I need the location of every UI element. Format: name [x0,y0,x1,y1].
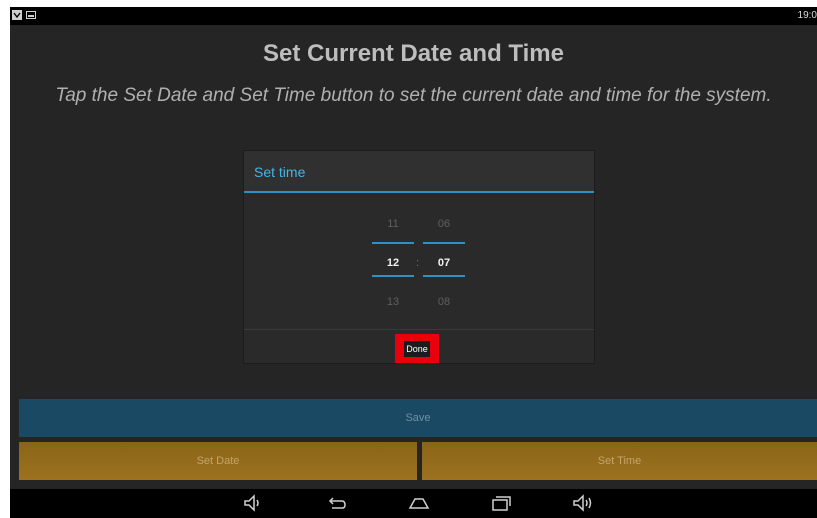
minute-divider-top [423,242,465,244]
save-button[interactable]: Save [19,399,817,437]
set-date-button[interactable]: Set Date [19,442,417,480]
hour-current[interactable]: 12 [372,257,414,269]
dialog-header: Set time [244,151,594,193]
android-screen: 19:0 Set Current Date and Time Tap the S… [10,7,817,518]
dialog-divider [244,329,594,330]
dialog-title: Set time [254,164,306,180]
minute-divider-bottom [423,275,465,277]
minute-prev[interactable]: 06 [423,218,465,230]
page-subtitle: Tap the Set Date and Set Time button to … [55,85,772,106]
back-icon[interactable] [326,493,348,513]
notification-icon [12,10,22,20]
done-label: Done [404,340,430,357]
minute-current[interactable]: 07 [423,257,465,269]
hour-next[interactable]: 13 [372,296,414,308]
hour-divider-bottom [372,275,414,277]
minute-next[interactable]: 08 [423,296,465,308]
image-icon [26,10,36,20]
home-icon[interactable] [408,493,430,513]
time-separator: : [416,257,420,269]
status-bar: 19:0 [10,7,817,25]
page-title: Set Current Date and Time [263,40,564,67]
hour-divider-top [372,242,414,244]
set-time-dialog: Set time 11 12 13 : 06 07 08 Done [244,151,594,363]
clock: 19:0 [797,10,817,21]
volume-down-icon[interactable] [242,493,264,513]
recent-apps-icon[interactable] [490,493,512,513]
hour-prev[interactable]: 11 [372,218,414,230]
set-time-button[interactable]: Set Time [422,442,817,480]
navigation-bar [10,489,817,518]
volume-up-icon[interactable] [572,493,594,513]
done-button[interactable]: Done [395,334,439,363]
